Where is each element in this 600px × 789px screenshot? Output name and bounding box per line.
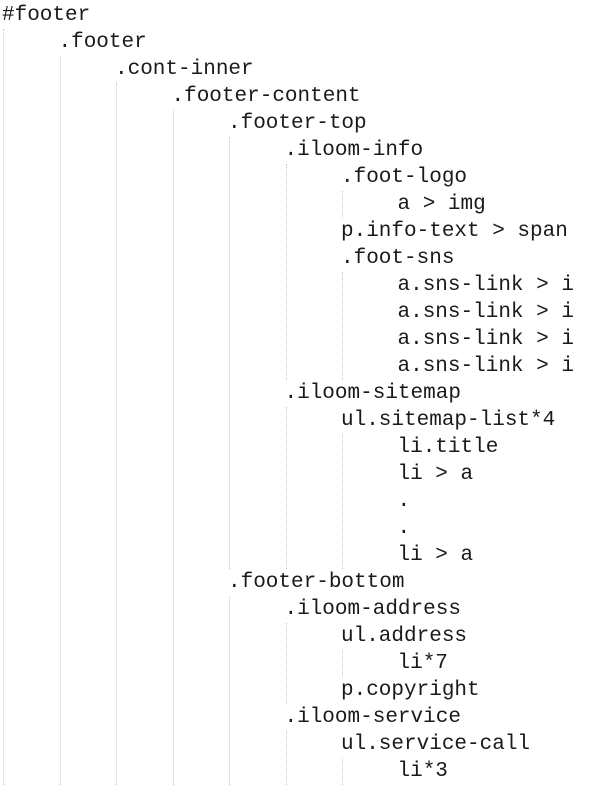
- code-tree: #footer .footer .cont-inner .footer-content…: [2, 2, 600, 789]
- tree-line: a.sns-link > i: [397, 328, 574, 351]
- tree-line: .footer: [58, 31, 147, 54]
- tree-line: .foot-sns: [341, 247, 455, 270]
- indent-guide: [285, 407, 287, 569]
- indent-guide: [342, 272, 343, 380]
- tree-line: a > img: [397, 193, 486, 216]
- indent-guide: [285, 164, 287, 380]
- tree-line: .footer-bottom: [228, 571, 405, 594]
- tree-line: .iloom-address: [284, 598, 461, 621]
- tree-line: .iloom-sitemap: [284, 382, 461, 405]
- tree-line: .footer-content: [171, 85, 361, 108]
- indent-guide: [172, 110, 174, 785]
- tree-line: p.info-text > span: [341, 220, 568, 243]
- tree-line: li*3: [397, 760, 448, 783]
- indent-guide: [342, 191, 343, 218]
- indent-guide: [59, 56, 61, 785]
- indent-guide: [285, 623, 287, 704]
- tree-line: ul.sitemap-list*4: [341, 409, 556, 432]
- tree-line: li > a: [397, 544, 474, 567]
- indent-guide: [116, 83, 117, 785]
- tree-line: a.sns-link > i: [397, 274, 574, 297]
- tree-line: .footer-top: [228, 112, 367, 135]
- tree-line: a.sns-link > i: [397, 301, 574, 324]
- tree-line: .: [397, 490, 411, 513]
- tree-line: .cont-inner: [115, 58, 254, 81]
- tree-line: li.title: [397, 436, 499, 459]
- tree-line: li > a: [397, 463, 474, 486]
- indent-guide: [285, 731, 287, 785]
- indent-guide: [3, 29, 4, 785]
- tree-line: .iloom-service: [284, 706, 461, 729]
- indent-guide: [229, 596, 230, 785]
- tree-line: a.sns-link > i: [397, 355, 574, 378]
- indent-guide: [342, 434, 343, 569]
- indent-guide: [342, 758, 343, 785]
- tree-line: #footer: [2, 4, 91, 27]
- indent-guide: [229, 137, 230, 569]
- tree-line: .foot-logo: [341, 166, 468, 189]
- indent-guide: [342, 650, 343, 677]
- tree-line: ul.address: [341, 625, 468, 648]
- tree-line: p.copyright: [341, 679, 480, 702]
- tree-line: .: [397, 517, 411, 540]
- tree-line: .iloom-info: [284, 139, 424, 162]
- tree-line: ul.service-call: [341, 733, 531, 756]
- tree-line: li*7: [397, 652, 448, 675]
